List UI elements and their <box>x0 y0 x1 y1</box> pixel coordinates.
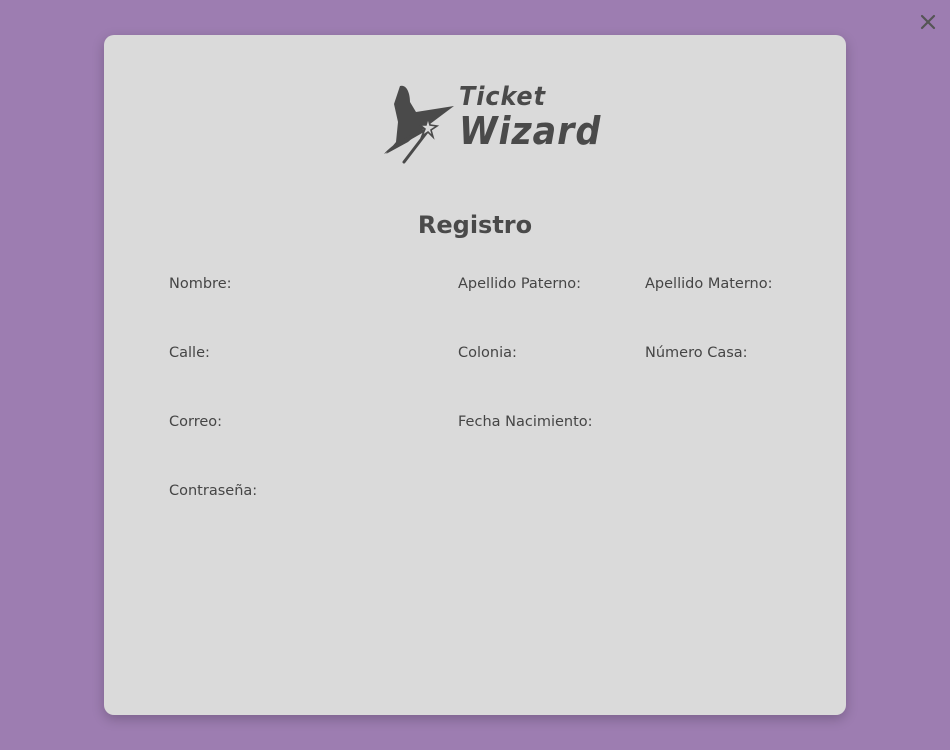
registration-card: Ticket Wizard Registro Nombre: Apellido … <box>104 35 846 715</box>
ticket-wizard-logo: Ticket Wizard <box>382 82 600 164</box>
label-apellido-paterno: Apellido Paterno: <box>458 276 582 292</box>
wizard-hat-icon <box>384 85 454 164</box>
logo-text-ticket: Ticket <box>459 82 546 112</box>
page-title: Registro <box>417 211 533 239</box>
label-colonia: Colonia: <box>458 345 517 361</box>
label-apellido-materno: Apellido Materno: <box>645 276 773 292</box>
label-numero-casa: Número Casa: <box>645 345 748 361</box>
close-icon <box>920 14 936 30</box>
label-fecha-nacimiento: Fecha Nacimiento: <box>458 414 593 430</box>
logo-text-wizard: Wizard <box>459 109 602 153</box>
close-button[interactable] <box>915 9 941 35</box>
label-contrasena: Contraseña: <box>169 483 258 499</box>
label-nombre: Nombre: <box>169 276 232 292</box>
label-calle: Calle: <box>169 345 210 361</box>
label-correo: Correo: <box>169 414 223 430</box>
